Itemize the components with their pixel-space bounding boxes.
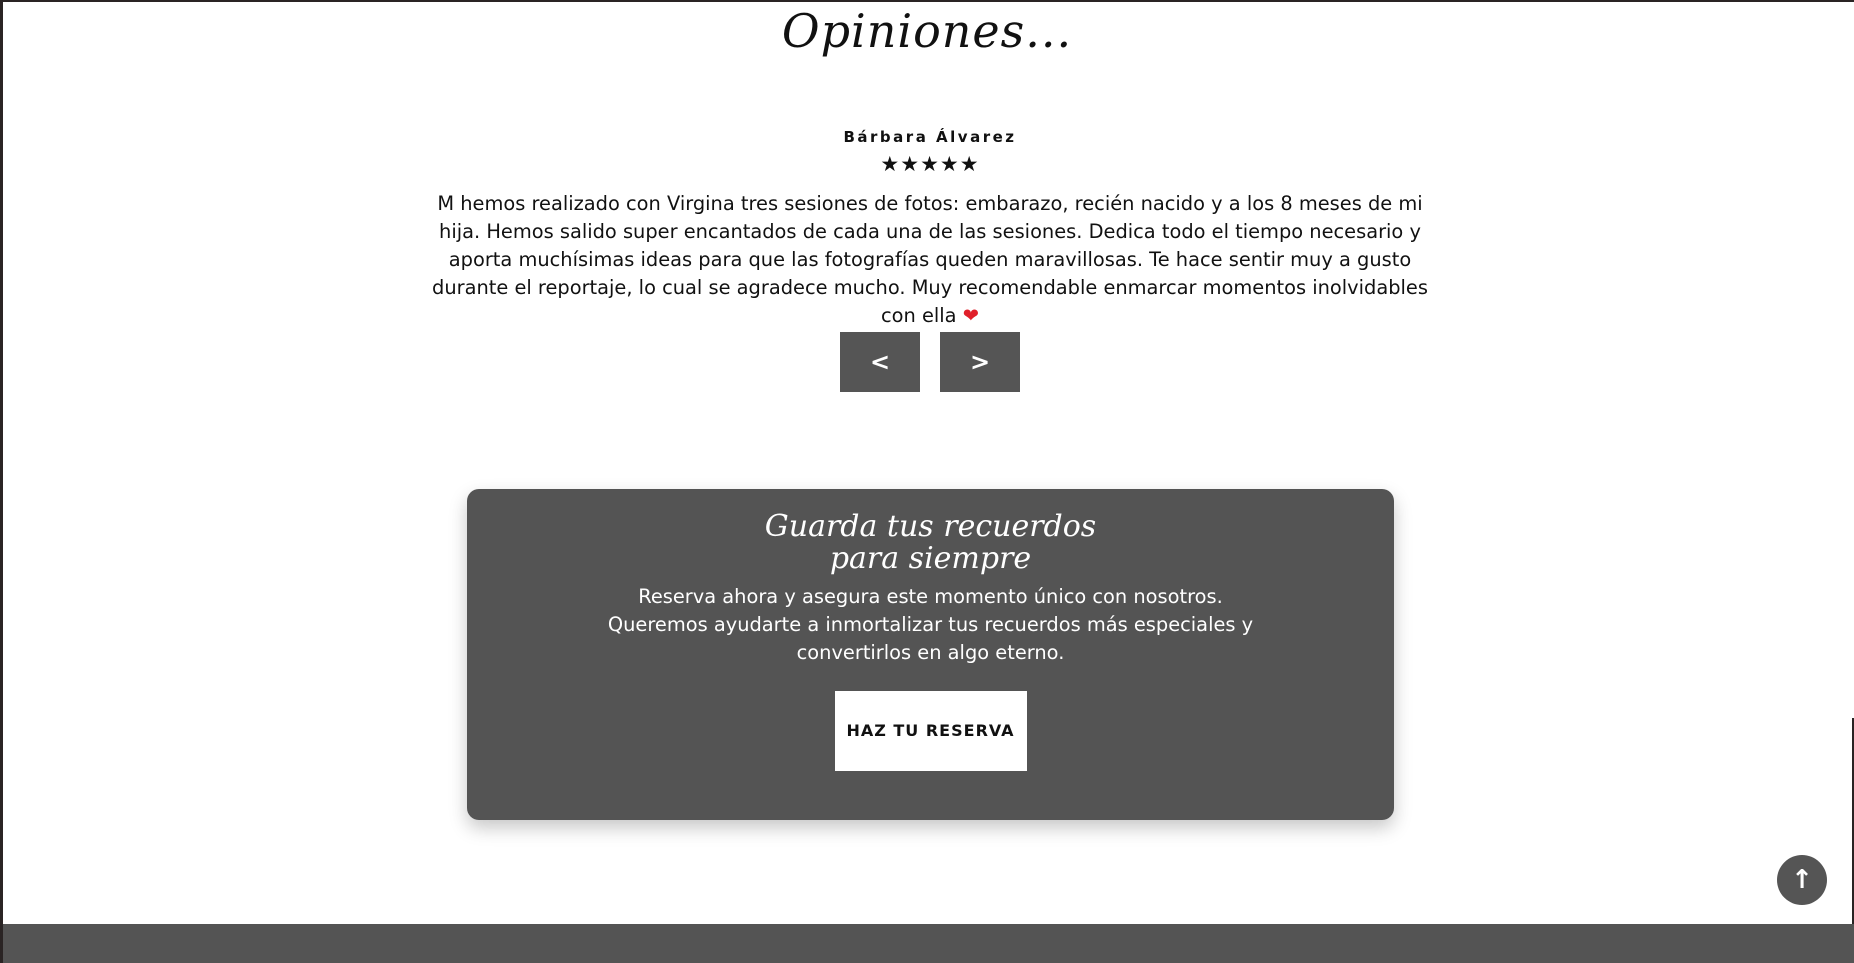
testimonial-text: M hemos realizado con Virgina tres sesio…: [420, 190, 1440, 330]
booking-text-line-1: Reserva ahora y asegura este momento úni…: [638, 585, 1223, 608]
book-now-button[interactable]: HAZ TU RESERVA: [834, 691, 1027, 771]
booking-text-line-3: convertirlos en algo eterno.: [796, 641, 1065, 664]
booking-title: Guarda tus recuerdos para siempre: [467, 511, 1394, 575]
arrow-up-icon: ↑: [1791, 865, 1813, 895]
carousel-nav: < >: [840, 332, 1020, 392]
booking-text-line-2: Queremos ayudarte a inmortalizar tus rec…: [607, 613, 1254, 636]
review-body: M hemos realizado con Virgina tres sesio…: [432, 192, 1428, 327]
booking-title-line-2: para siempre: [829, 541, 1032, 576]
booking-title-line-1: Guarda tus recuerdos: [764, 509, 1097, 544]
booking-description: Reserva ahora y asegura este momento úni…: [467, 583, 1394, 667]
footer: [3, 924, 1854, 963]
heart-icon: ❤: [962, 304, 979, 327]
next-button[interactable]: >: [940, 332, 1020, 392]
prev-button[interactable]: <: [840, 332, 920, 392]
star-rating: ★★★★★: [880, 152, 980, 176]
section-title: Opiniones...: [781, 4, 1073, 58]
testimonial-author: Bárbara Álvarez: [843, 128, 1017, 146]
scroll-to-top-button[interactable]: ↑: [1777, 855, 1827, 905]
testimonial: Bárbara Álvarez ★★★★★ M hemos realizado …: [420, 128, 1440, 330]
booking-card: Guarda tus recuerdos para siempre Reserv…: [467, 489, 1394, 820]
